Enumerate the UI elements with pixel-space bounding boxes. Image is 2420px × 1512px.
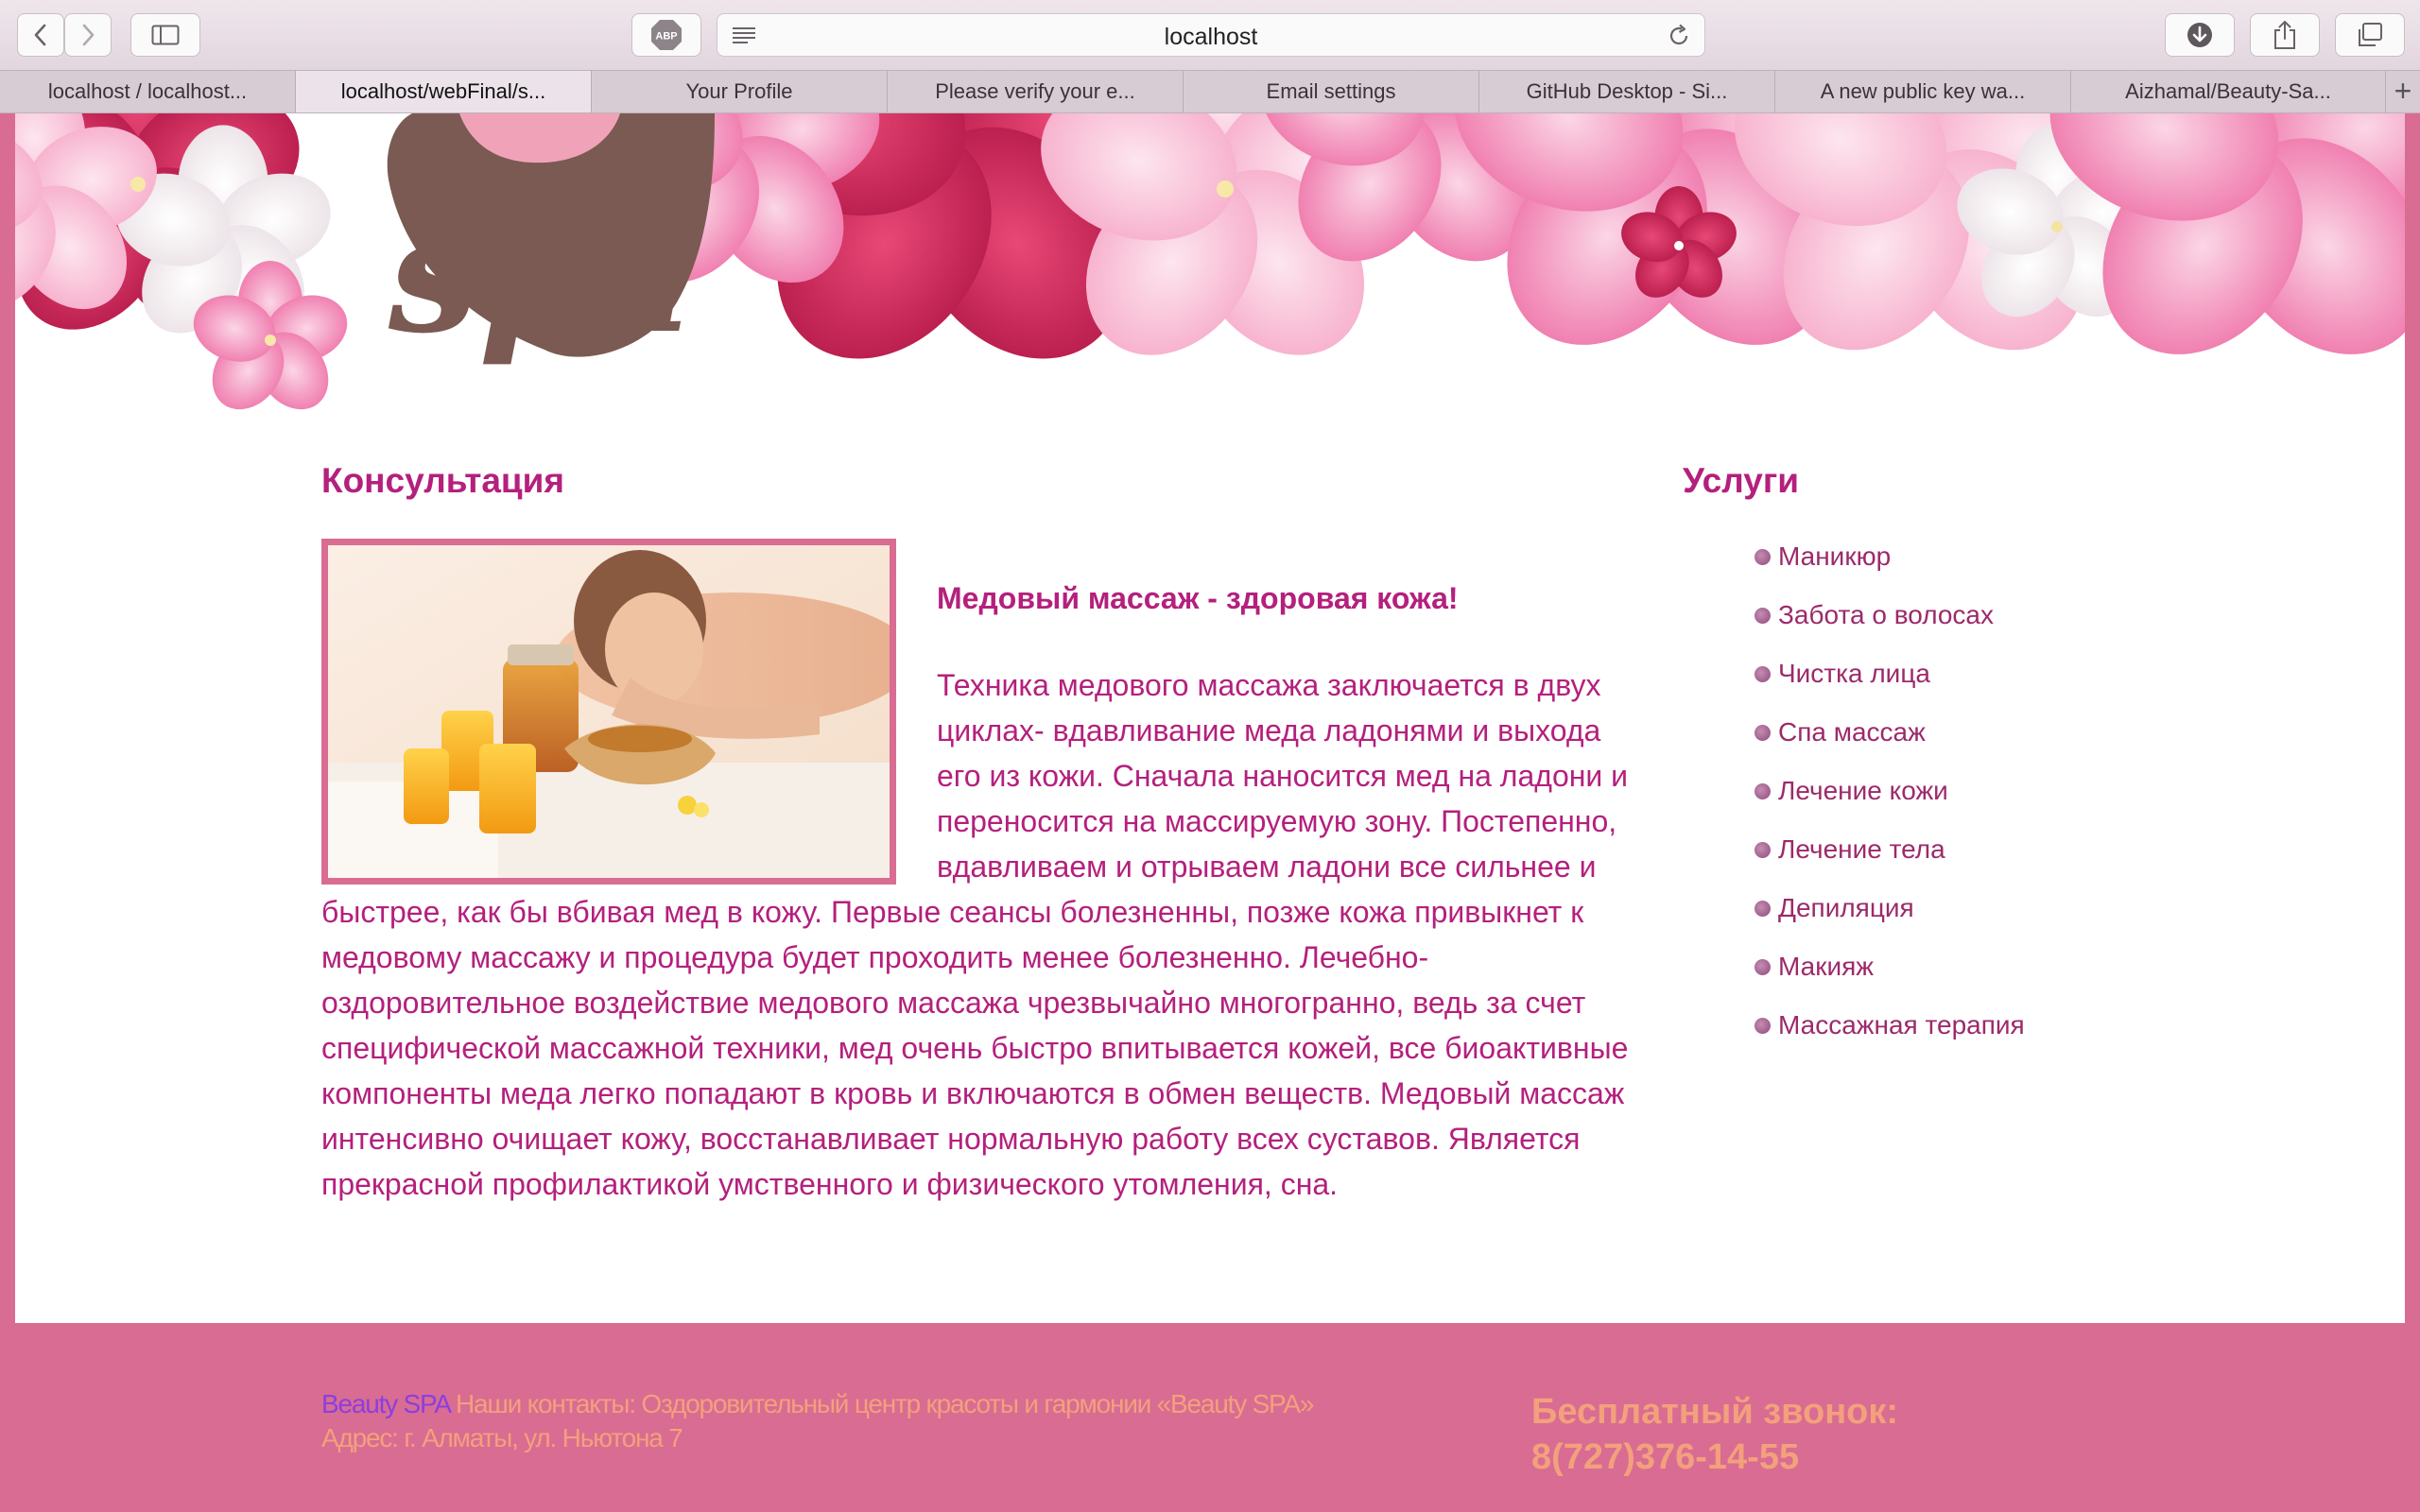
- reload-icon[interactable]: [1667, 24, 1691, 48]
- services-title: Услуги: [1683, 461, 1800, 500]
- free-call-label: Бесплатный звонок:: [1531, 1392, 1899, 1432]
- url-text[interactable]: localhost: [717, 24, 1704, 51]
- flower-bullet-icon: [1754, 607, 1771, 624]
- article-text-line: вдавливаем и отрываем ладони все сильнее…: [937, 850, 1597, 884]
- service-link[interactable]: Депиляция: [1778, 893, 1914, 923]
- flower-bullet-icon: [1754, 1017, 1771, 1034]
- service-item-depilation[interactable]: Депиляция: [1754, 879, 2025, 937]
- tab-github-desktop[interactable]: GitHub Desktop - Si...: [1479, 71, 1775, 112]
- share-button[interactable]: [2250, 13, 2320, 57]
- article-text-line: оздоровительное воздействие медового мас…: [321, 986, 1586, 1020]
- article-text-line: компоненты меда легко попадают в кровь и…: [321, 1076, 1625, 1110]
- service-item-massage-therapy[interactable]: Массажная терапия: [1754, 996, 2025, 1055]
- browser-toolbar: ABP localhost: [0, 0, 2420, 70]
- article-heading: Медовый массаж - здоровая кожа!: [937, 581, 1459, 615]
- tab-overview-button[interactable]: [2335, 13, 2405, 57]
- services-list: Маникюр Забота о волосах Чистка лица Спа…: [1754, 527, 2025, 1055]
- footer-contacts: Beauty SPA Наши контакты: Оздоровительны…: [321, 1387, 1315, 1455]
- service-link[interactable]: Чистка лица: [1778, 659, 1930, 689]
- service-link[interactable]: Массажная терапия: [1778, 1010, 2025, 1040]
- service-link[interactable]: Спа массаж: [1778, 717, 1926, 747]
- sidebar-toggle-button[interactable]: [130, 13, 200, 57]
- service-item-makeup[interactable]: Макияж: [1754, 937, 2025, 996]
- download-icon: [2187, 23, 2212, 47]
- service-link[interactable]: Забота о волосах: [1778, 600, 1994, 630]
- service-item-manicure[interactable]: Маникюр: [1754, 527, 2025, 586]
- main-section-title: Консультация: [321, 461, 564, 500]
- article-text-line: специфической массажной техники, мед оче…: [321, 1031, 1629, 1065]
- footer-brand: Beauty SPA: [321, 1389, 451, 1418]
- flower-bullet-icon: [1754, 782, 1771, 799]
- article-text-line: медовому массажу и процедура будет прохо…: [321, 940, 1429, 974]
- chevron-right-icon: [82, 24, 95, 46]
- article-text-line: циклах- вдавливание меда ладонями и выхо…: [937, 713, 1601, 747]
- service-item-body-treatment[interactable]: Лечение тела: [1754, 820, 2025, 879]
- tab-email-settings[interactable]: Email settings: [1184, 71, 1479, 112]
- sidebar-icon: [151, 25, 180, 45]
- service-item-skin-treatment[interactable]: Лечение кожи: [1754, 762, 2025, 820]
- article-text-line: интенсивно очищает кожу, восстанавливает…: [321, 1122, 1581, 1156]
- tab-public-key[interactable]: A new public key wa...: [1775, 71, 2071, 112]
- article-text-line: Техника медового массажа заключается в д…: [937, 668, 1601, 702]
- massage-image-frame: [321, 539, 896, 885]
- share-icon: [2274, 21, 2295, 49]
- honey-massage-photo: [328, 545, 890, 878]
- flower-bullet-icon: [1754, 958, 1771, 975]
- tab-verify-email[interactable]: Please verify your e...: [888, 71, 1184, 112]
- article-text-line: его из кожи. Сначала наносится мед на ла…: [937, 759, 1629, 793]
- article-text-line: быстрее, как бы вбивая мед в кожу. Первы…: [321, 895, 1584, 929]
- header-banner: spa: [15, 113, 2405, 425]
- service-link[interactable]: Макияж: [1778, 952, 1874, 982]
- service-link[interactable]: Лечение тела: [1778, 834, 1945, 865]
- tab-bar: localhost / localhost... localhost/webFi…: [0, 70, 2420, 113]
- footer-contacts-line: Beauty SPA Наши контакты: Оздоровительны…: [321, 1387, 1315, 1421]
- article-text-line: переносится на массируемую зону. Постепе…: [937, 804, 1617, 838]
- address-bar[interactable]: localhost: [717, 13, 1705, 57]
- tab-localhost-phpmyadmin[interactable]: localhost / localhost...: [0, 71, 296, 112]
- tab-beauty-salon-repo[interactable]: Aizhamal/Beauty-Sa...: [2071, 71, 2386, 112]
- service-item-spa-massage[interactable]: Спа массаж: [1754, 703, 2025, 762]
- forward-button[interactable]: [64, 13, 112, 57]
- phone-number[interactable]: 8(727)376-14-55: [1531, 1435, 1898, 1480]
- adblock-icon: ABP: [651, 20, 682, 50]
- downloads-button[interactable]: [2165, 13, 2235, 57]
- spa-logo[interactable]: spa: [387, 113, 715, 369]
- service-item-facial-cleansing[interactable]: Чистка лица: [1754, 644, 2025, 703]
- adblock-label: ABP: [655, 31, 677, 43]
- back-button[interactable]: [17, 13, 64, 57]
- new-tab-button[interactable]: +: [2386, 71, 2420, 112]
- footer-phone-block: Бесплатный звонок: 8(727)376-14-55: [1531, 1389, 1898, 1480]
- chevron-left-icon: [34, 24, 46, 46]
- tabs-icon: [2359, 23, 2382, 46]
- adblock-button[interactable]: ABP: [631, 13, 701, 57]
- flower-bullet-icon: [1754, 548, 1771, 565]
- article-text-line: прекрасной профилактикой умственного и ф…: [321, 1167, 1339, 1201]
- service-link[interactable]: Маникюр: [1778, 541, 1891, 572]
- flower-bullet-icon: [1754, 841, 1771, 858]
- logo-text: spa: [388, 180, 696, 369]
- flower-bullet-icon: [1754, 900, 1771, 917]
- footer-contacts-text: Наши контакты: Оздоровительный центр кра…: [449, 1389, 1315, 1418]
- page-content: spa Консультация Медовый массаж - здоров…: [15, 113, 2405, 1323]
- tab-webfinal[interactable]: localhost/webFinal/s...: [296, 71, 592, 112]
- service-link[interactable]: Лечение кожи: [1778, 776, 1948, 806]
- tab-your-profile[interactable]: Your Profile: [592, 71, 888, 112]
- service-item-hair-care[interactable]: Забота о волосах: [1754, 586, 2025, 644]
- flower-bullet-icon: [1754, 724, 1771, 741]
- flower-bullet-icon: [1754, 665, 1771, 682]
- footer-address: Адрес: г. Алматы, ул. Ньютона 7: [321, 1423, 683, 1452]
